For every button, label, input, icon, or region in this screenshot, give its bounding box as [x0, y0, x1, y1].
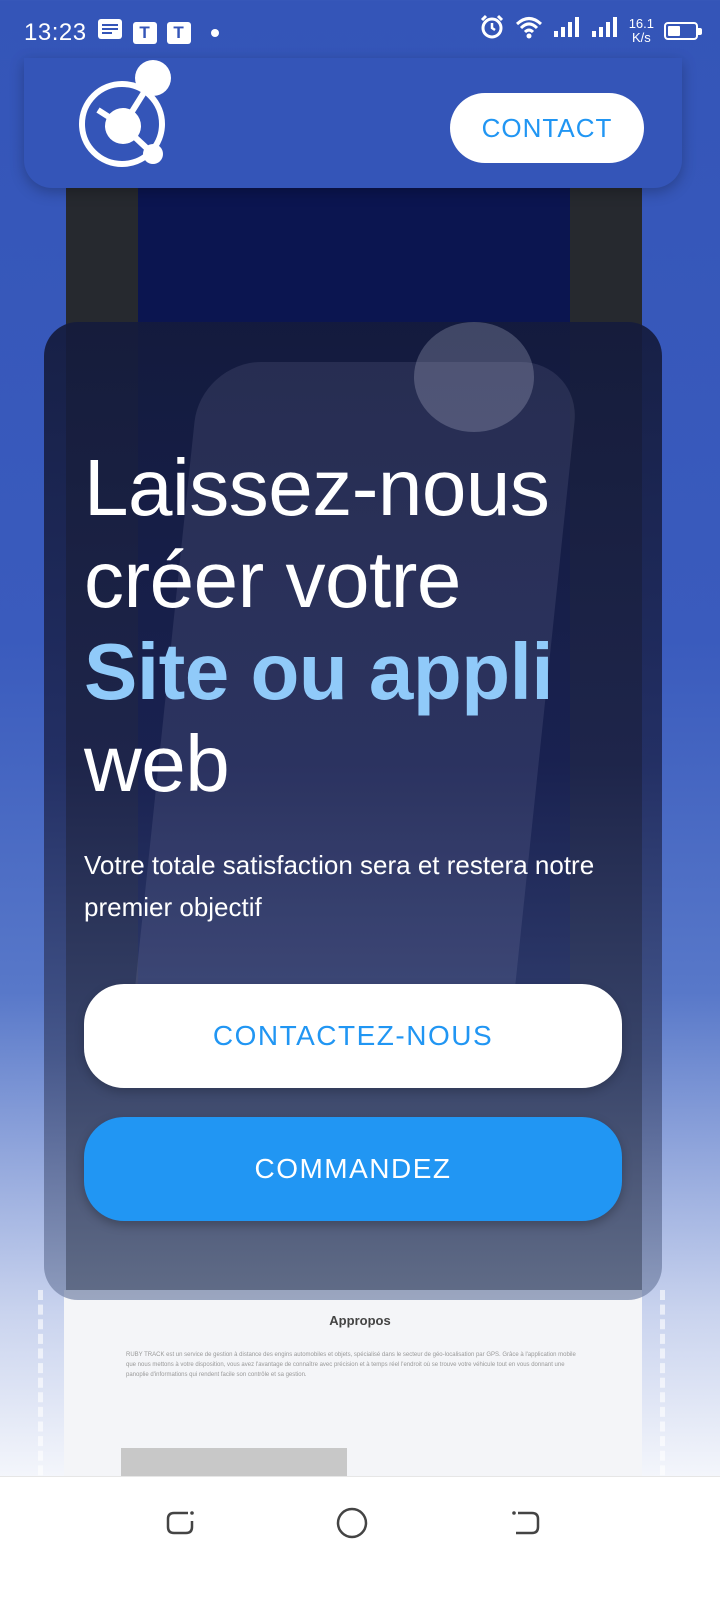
hero-card: Laissez-nous créer votre Site ou appli w…: [44, 322, 662, 1300]
contactez-nous-button[interactable]: CONTACTEZ-NOUS: [84, 984, 622, 1088]
background-section-title: Appropos: [329, 1313, 391, 1328]
headline-line-4: web: [84, 719, 230, 808]
contact-button[interactable]: CONTACT: [450, 93, 644, 163]
site-logo[interactable]: [78, 60, 178, 177]
more-notifications-dot: [210, 28, 219, 37]
hero-subtitle: Votre totale satisfaction sera et rester…: [84, 850, 595, 922]
background-paragraph: RUBY TRACK est un service de gestion à d…: [126, 1352, 576, 1378]
back-icon[interactable]: [506, 1503, 546, 1543]
hero-headline: Laissez-nous créer votre Site ou appli w…: [84, 442, 644, 810]
commandez-button[interactable]: COMMANDEZ: [84, 1117, 622, 1221]
headline-line-2: créer votre: [84, 535, 461, 624]
signal-icon: [591, 15, 619, 46]
status-right: 16.1 K/s: [479, 14, 702, 47]
network-speed-value: 16.1: [628, 15, 654, 31]
background-grey-block: [121, 1448, 347, 1478]
recent-apps-icon[interactable]: [160, 1503, 200, 1543]
status-time: 13:23: [24, 18, 87, 46]
network-speed-unit: K/s: [631, 29, 651, 45]
home-icon[interactable]: [332, 1503, 372, 1543]
network-speed: 16.1 K/s: [628, 15, 654, 45]
status-left: 13:23 T T: [24, 18, 219, 47]
notes-icon: [97, 18, 123, 47]
headline-line-1: Laissez-nous: [84, 443, 550, 532]
status-bar: 13:23 T T 16.1 K/s: [0, 0, 720, 64]
t-app-icon: T: [132, 21, 157, 44]
signal-icon: [553, 15, 581, 46]
site-header: CONTACT: [24, 58, 682, 188]
headline-accent: Site ou appli: [84, 627, 554, 716]
blurred-background-circle: [414, 322, 534, 432]
t-app-icon: T: [166, 21, 191, 44]
battery-icon: [664, 21, 702, 40]
alarm-icon: [479, 14, 505, 47]
wifi-icon: [515, 15, 543, 46]
system-nav-bar: [0, 1476, 720, 1601]
